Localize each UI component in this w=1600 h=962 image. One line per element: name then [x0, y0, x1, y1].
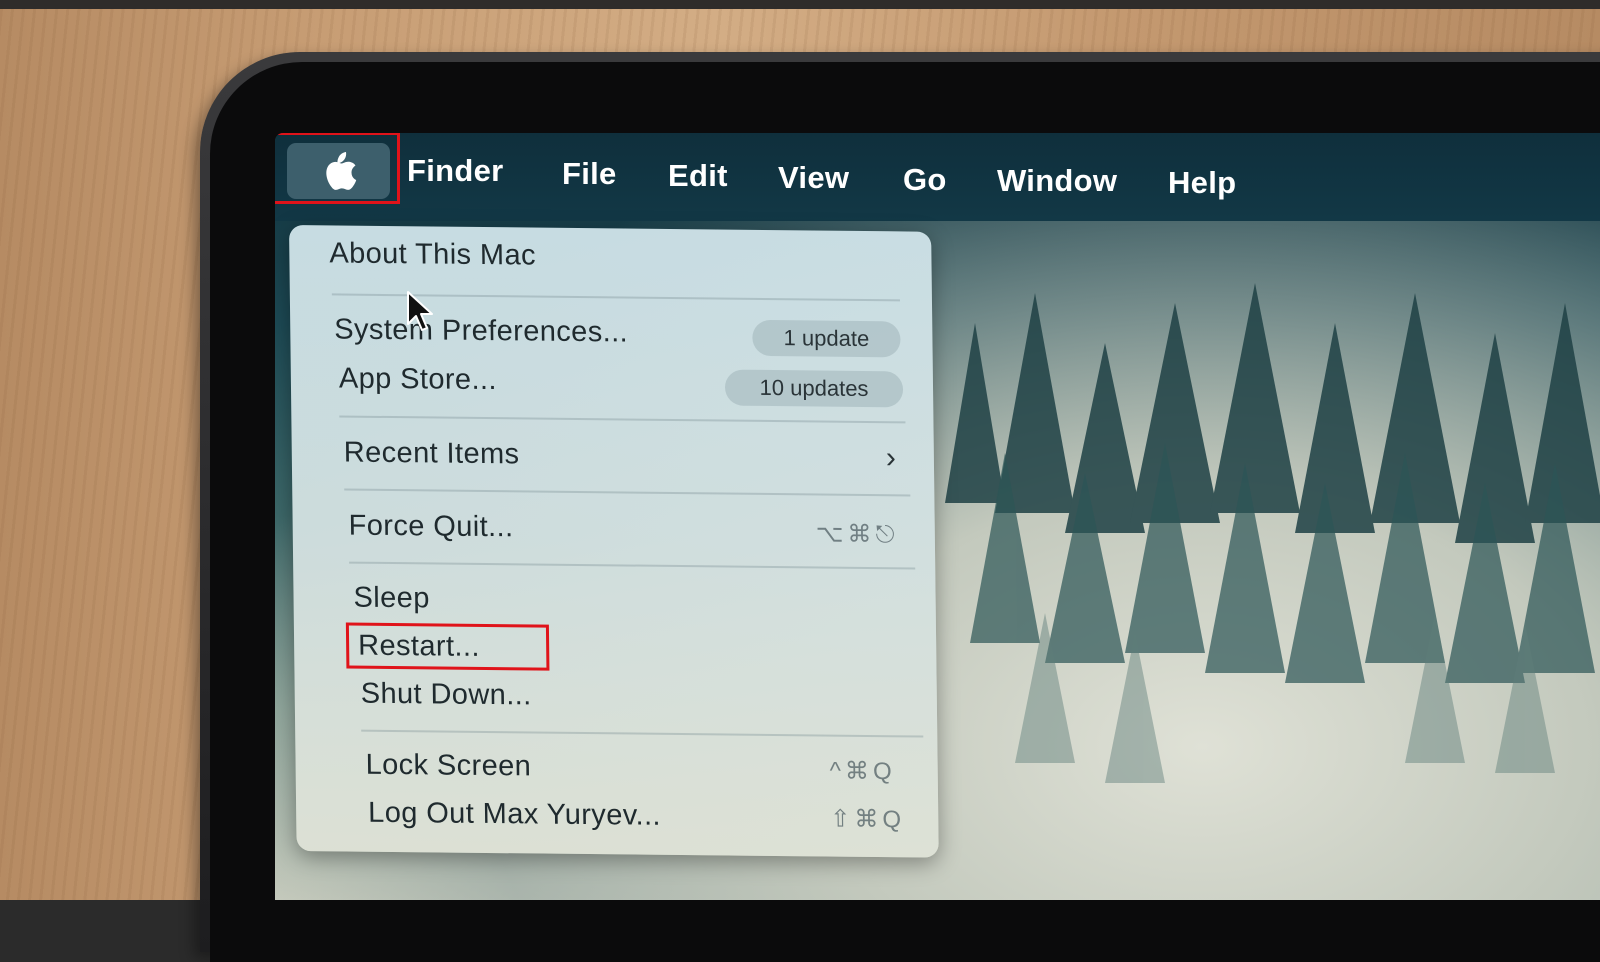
lock-screen-shortcut: ^⌘Q [829, 757, 896, 786]
menu-separator [339, 415, 906, 424]
menu-file[interactable]: File [562, 156, 617, 192]
menu-item-app-store[interactable]: App Store... [339, 362, 497, 397]
menu-item-recent-items[interactable]: Recent Items [344, 437, 520, 472]
menu-go[interactable]: Go [903, 162, 947, 198]
menu-item-log-out[interactable]: Log Out Max Yuryev... [368, 797, 661, 833]
mouse-cursor-icon [407, 291, 433, 331]
menu-help[interactable]: Help [1168, 165, 1236, 201]
log-out-shortcut: ⇧⌘Q [830, 805, 906, 834]
menu-window[interactable]: Window [997, 163, 1117, 199]
menu-finder[interactable]: Finder [407, 153, 504, 189]
chevron-right-icon: › [885, 441, 897, 475]
mac-screen: Finder File Edit View Go Window Help Abo… [275, 133, 1600, 900]
menu-item-about-this-mac[interactable]: About This Mac [329, 237, 536, 272]
apple-menu-highlight-box [275, 133, 400, 204]
restart-highlight-box [345, 622, 550, 671]
menu-view[interactable]: View [778, 160, 849, 196]
menu-item-shut-down[interactable]: Shut Down... [361, 678, 532, 713]
menu-item-force-quit[interactable]: Force Quit... [348, 510, 513, 545]
update-badge: 1 update [752, 319, 901, 358]
menu-item-lock-screen[interactable]: Lock Screen [365, 749, 531, 784]
menu-item-system-preferences[interactable]: System Preferences... [334, 313, 628, 349]
updates-badge: 10 updates [724, 369, 904, 408]
video-top-bar [0, 0, 1600, 9]
menu-item-sleep[interactable]: Sleep [353, 582, 430, 616]
forest-wallpaper [945, 283, 1600, 783]
menu-bar: Finder File Edit View Go Window Help [275, 133, 1600, 221]
menu-edit[interactable]: Edit [668, 158, 728, 194]
menu-separator [344, 488, 911, 497]
menu-separator [349, 561, 916, 570]
apple-dropdown-menu: About This Mac System Preferences... 1 u… [289, 225, 939, 858]
menu-separator [361, 729, 924, 738]
force-quit-shortcut: ⌥⌘⎋ [815, 520, 899, 549]
